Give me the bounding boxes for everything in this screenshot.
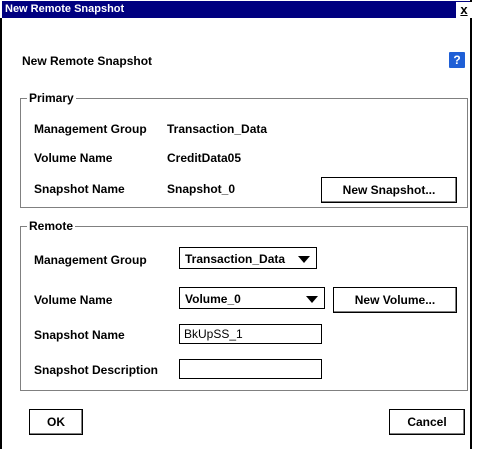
remote-management-group-label: Management Group — [34, 253, 147, 267]
remote-snapshot-description-input[interactable] — [179, 359, 322, 379]
remote-snapshot-name-label: Snapshot Name — [34, 328, 125, 342]
primary-snapshot-name-value: Snapshot_0 — [167, 182, 236, 196]
primary-management-group-label: Management Group — [34, 122, 147, 136]
primary-volume-name-value: CreditData05 — [167, 151, 242, 165]
remote-volume-name-label: Volume Name — [34, 293, 113, 307]
new-snapshot-button[interactable]: New Snapshot... — [321, 177, 457, 203]
primary-snapshot-name-label: Snapshot Name — [34, 182, 125, 196]
window-left-border — [0, 18, 2, 449]
remote-volume-name-selected: Volume_0 — [185, 292, 241, 306]
new-remote-snapshot-dialog: New Remote Snapshot x New Remote Snapsho… — [0, 0, 475, 449]
title-bar: New Remote Snapshot x — [2, 1, 472, 18]
new-volume-button[interactable]: New Volume... — [333, 287, 457, 313]
remote-management-group-selected: Transaction_Data — [185, 252, 286, 266]
help-icon[interactable]: ? — [449, 52, 465, 68]
remote-snapshot-description-label: Snapshot Description — [34, 363, 159, 377]
chevron-down-icon — [306, 296, 318, 303]
dialog-heading: New Remote Snapshot — [22, 54, 153, 68]
cancel-button[interactable]: Cancel — [389, 409, 465, 435]
remote-volume-name-select[interactable]: Volume_0 — [179, 287, 325, 309]
primary-legend: Primary — [27, 91, 76, 105]
remote-management-group-select[interactable]: Transaction_Data — [179, 247, 317, 269]
primary-volume-name-label: Volume Name — [34, 151, 113, 165]
remote-snapshot-name-input[interactable] — [179, 324, 322, 344]
window-title: New Remote Snapshot — [5, 3, 125, 15]
chevron-down-icon — [298, 256, 310, 263]
remote-legend: Remote — [27, 219, 76, 233]
window-right-border — [470, 0, 472, 449]
primary-management-group-value: Transaction_Data — [167, 122, 268, 136]
ok-button[interactable]: OK — [29, 409, 83, 435]
close-icon[interactable]: x — [456, 2, 472, 18]
